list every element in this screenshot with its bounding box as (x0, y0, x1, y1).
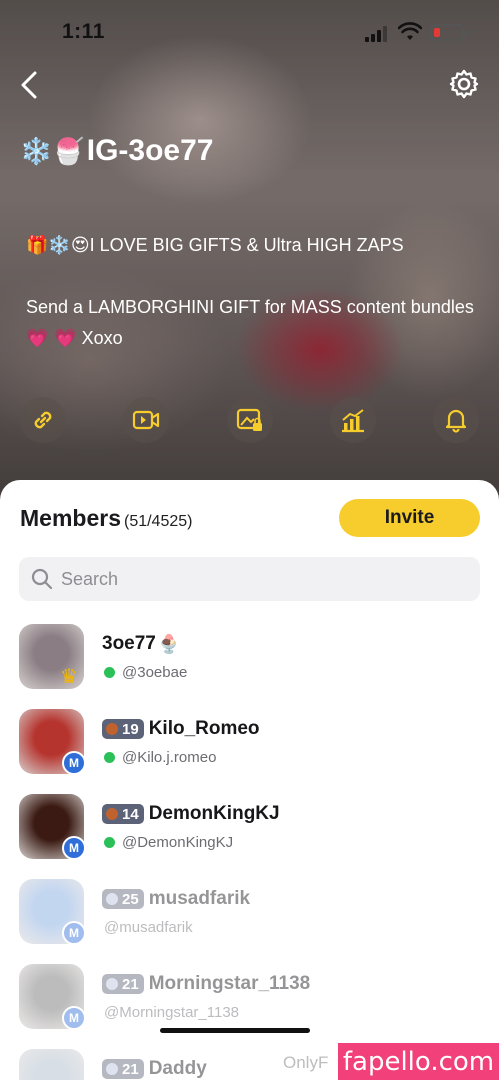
settings-gear-icon[interactable] (448, 68, 480, 100)
member-role-badge: M (62, 751, 86, 775)
link-icon (34, 411, 52, 429)
online-status-dot (104, 752, 115, 763)
level-gem-icon (106, 723, 118, 735)
level-number: 19 (122, 720, 139, 738)
member-row[interactable]: M 21 Morningstar_1138 @Morningstar_1138 (0, 964, 499, 1049)
battery-icon (430, 24, 467, 41)
level-number: 21 (122, 1060, 139, 1078)
online-status-dot (104, 837, 115, 848)
status-time: 1:11 (62, 20, 105, 43)
member-role-badge: M (62, 1006, 86, 1030)
member-handle-line: @Morningstar_1138 (104, 1004, 239, 1021)
level-gem-icon (106, 808, 118, 820)
notifications-button[interactable] (433, 397, 479, 443)
member-handle-line: @DemonKingKJ (104, 834, 233, 851)
member-handle-line: @3oebae (104, 664, 187, 681)
level-number: 14 (122, 805, 139, 823)
stats-icon (342, 409, 364, 433)
member-row[interactable]: ♛ 3oe77 🍨 @3oebae (0, 624, 499, 709)
member-name: DemonKingKJ (148, 803, 280, 824)
group-name: IG-3oe77 (86, 134, 214, 167)
search-bar[interactable] (19, 557, 480, 601)
member-handle: @Kilo.j.romeo (122, 749, 217, 766)
level-number: 21 (122, 975, 139, 993)
link-button[interactable] (20, 397, 66, 443)
members-count: (51/4525) (123, 513, 193, 530)
group-action-row (20, 397, 480, 443)
member-name: Kilo_Romeo (148, 718, 260, 739)
level-badge: 14 (102, 804, 144, 824)
cellular-signal-icon (365, 26, 389, 42)
bio-line-2: Send a LAMBORGHINI GIFT for MASS content… (26, 292, 476, 354)
member-name-line: 21 Morningstar_1138 (102, 972, 310, 996)
level-badge: 21 (102, 974, 144, 994)
watermark-label: fapello.com (338, 1043, 499, 1080)
member-name-line: 21 Daddy (102, 1057, 207, 1080)
member-row[interactable]: M 25 musadfarik @musadfarik (0, 879, 499, 964)
crown-icon: ♛ (60, 664, 78, 688)
bio-line-1-text: I LOVE BIG GIFTS & Ultra HIGH ZAPS (89, 235, 404, 255)
back-button[interactable] (14, 68, 48, 102)
level-gem-icon (106, 978, 118, 990)
member-handle-line: @musadfarik (104, 919, 193, 936)
bio-line-1-emoji: 🎁❄️😍 (26, 235, 90, 256)
watermark-faint-text: OnlyF (283, 1053, 329, 1072)
level-gem-icon (106, 893, 118, 905)
home-indicator[interactable] (160, 1028, 310, 1033)
group-bio: 🎁❄️😍I LOVE BIG GIFTS & Ultra HIGH ZAPS S… (26, 230, 476, 385)
member-handle: @DemonKingKJ (122, 834, 234, 851)
level-number: 25 (122, 890, 139, 908)
members-title: Members (20, 505, 121, 531)
search-icon (31, 568, 53, 590)
title-emoji: ❄️🍧 (20, 137, 85, 167)
member-name-emoji: 🍨 (157, 633, 181, 655)
wifi-icon (398, 22, 422, 40)
bio-line-2-emoji: 💗 💗 (26, 328, 77, 349)
member-row[interactable]: M 19 Kilo_Romeo @Kilo.j.romeo (0, 709, 499, 794)
member-handle: @3oebae (122, 664, 188, 681)
member-name-line: 19 Kilo_Romeo (102, 717, 260, 741)
locked-media-button[interactable] (227, 397, 273, 443)
member-list: ♛ 3oe77 🍨 @3oebae M 19 Kilo_Romeo @Kilo.j.romeo… (0, 624, 499, 1080)
member-name-line: 3oe77 🍨 (102, 632, 180, 656)
bio-line-2-text: Send a LAMBORGHINI GIFT for MASS content… (26, 297, 474, 317)
bell-icon (445, 409, 467, 433)
stats-button[interactable] (330, 397, 376, 443)
member-handle-line: @Kilo.j.romeo (104, 749, 216, 766)
member-row[interactable]: M 14 DemonKingKJ @DemonKingKJ (0, 794, 499, 879)
level-badge: 19 (102, 719, 144, 739)
level-badge: 21 (102, 1059, 144, 1079)
member-handle: @musadfarik (104, 919, 193, 936)
video-button[interactable] (123, 397, 169, 443)
bio-line-1: 🎁❄️😍I LOVE BIG GIFTS & Ultra HIGH ZAPS (26, 230, 476, 261)
member-name-line: 25 musadfarik (102, 887, 250, 911)
search-input[interactable] (61, 568, 441, 590)
member-role-badge: M (62, 921, 86, 945)
invite-button[interactable]: Invite (339, 499, 480, 537)
members-heading: Members (51/4525) (20, 505, 192, 532)
level-badge: 25 (102, 889, 144, 909)
group-header-background: 1:11 ❄️🍧IG-3oe77 🎁❄️😍I LOVE BIG GIFTS & … (0, 0, 499, 500)
group-title: ❄️🍧IG-3oe77 (20, 134, 213, 168)
online-status-dot (104, 667, 115, 678)
member-role-badge: M (62, 836, 86, 860)
status-bar: 1:11 (0, 0, 499, 64)
member-name: 3oe77 (102, 633, 156, 654)
video-icon (132, 410, 160, 430)
level-gem-icon (106, 1063, 118, 1075)
member-name-line: 14 DemonKingKJ (102, 802, 280, 826)
bio-line-2-end: Xoxo (81, 328, 123, 348)
member-name: Morningstar_1138 (148, 973, 311, 994)
member-avatar[interactable] (19, 1049, 84, 1080)
member-handle: @Morningstar_1138 (104, 1004, 240, 1021)
member-name: musadfarik (148, 888, 251, 909)
member-name: Daddy (148, 1058, 207, 1079)
locked-image-icon (236, 408, 262, 431)
members-sheet: Members(51/4525) Invite ♛3oe77🍨@3oebaeM1… (0, 480, 499, 1080)
